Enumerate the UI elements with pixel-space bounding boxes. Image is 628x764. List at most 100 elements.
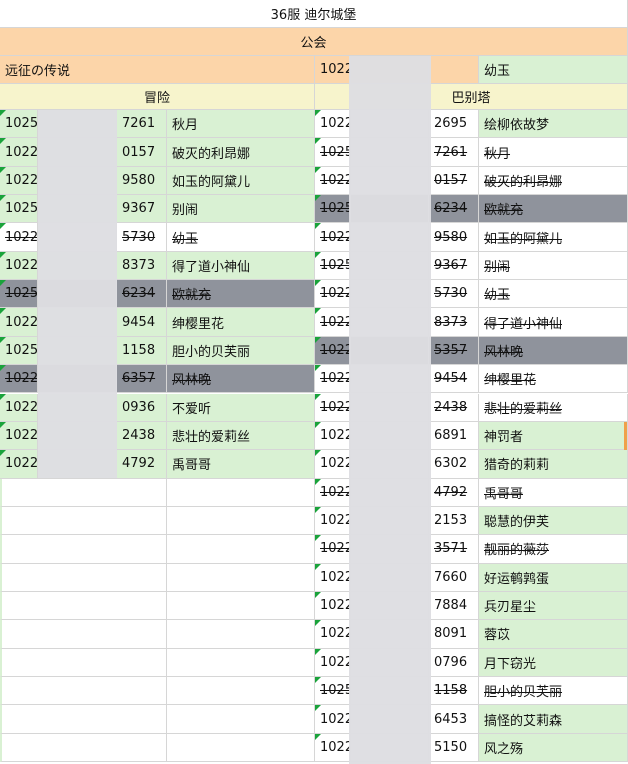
left-empty-cell[interactable] — [0, 591, 167, 621]
right-id-suffix[interactable]: 6234 — [429, 195, 479, 224]
left-id-redacted[interactable] — [38, 308, 117, 337]
right-id-suffix[interactable]: 5730 — [429, 280, 479, 309]
left-id-prefix[interactable]: 1025 — [0, 110, 38, 139]
right-member-name[interactable]: 月下窃光 — [479, 648, 628, 677]
right-id-prefix[interactable]: 1022 — [315, 421, 351, 451]
right-member-name[interactable]: 绅樱里花 — [479, 365, 628, 394]
right-id-prefix[interactable]: 1025 — [315, 138, 351, 167]
right-id-prefix[interactable]: 1022 — [315, 705, 351, 734]
right-member-name[interactable]: 幼玉 — [479, 280, 628, 309]
right-id-prefix[interactable]: 1022 — [315, 166, 351, 196]
left-id-suffix[interactable]: 0157 — [117, 138, 167, 167]
left-empty-cell[interactable] — [167, 563, 315, 592]
right-id-prefix[interactable]: 1022 — [315, 393, 351, 422]
left-id-prefix[interactable]: 1022 — [0, 365, 38, 394]
guild-left-name[interactable]: 远征の传说 — [0, 56, 315, 84]
left-id-suffix[interactable]: 9367 — [117, 195, 167, 224]
left-id-redacted[interactable] — [38, 421, 117, 451]
right-id-suffix[interactable]: 9454 — [429, 365, 479, 394]
right-member-name[interactable]: 破灭的利昂娜 — [479, 166, 628, 196]
left-empty-cell[interactable] — [0, 705, 167, 734]
right-id-suffix[interactable]: 8373 — [429, 308, 479, 337]
right-id-suffix[interactable]: 2153 — [429, 506, 479, 536]
left-empty-cell[interactable] — [0, 478, 167, 507]
right-id-redacted[interactable] — [351, 648, 429, 677]
right-id-prefix[interactable]: 1022 — [315, 365, 351, 394]
right-id-prefix[interactable]: 1025 — [315, 677, 351, 706]
left-member-name[interactable]: 秋月 — [167, 110, 315, 139]
left-id-redacted[interactable] — [38, 280, 117, 309]
right-id-suffix[interactable]: 6891 — [429, 421, 479, 451]
guild-section-header[interactable]: 公会 — [0, 28, 628, 56]
left-member-name[interactable]: 绅樱里花 — [167, 308, 315, 337]
left-id-prefix[interactable]: 1022 — [0, 308, 38, 337]
right-member-name[interactable]: 蓉苡 — [479, 620, 628, 649]
left-empty-cell[interactable] — [167, 506, 315, 536]
left-empty-cell[interactable] — [167, 677, 315, 706]
left-member-name[interactable]: 幼玉 — [167, 223, 315, 252]
right-id-prefix[interactable]: 1022 — [315, 280, 351, 309]
left-id-redacted[interactable] — [38, 365, 117, 394]
left-member-name[interactable]: 悲壮的爱莉丝 — [167, 421, 315, 451]
right-id-suffix[interactable]: 7884 — [429, 591, 479, 621]
right-id-suffix[interactable]: 1158 — [429, 677, 479, 706]
left-id-prefix[interactable]: 1022 — [0, 450, 38, 479]
right-id-redacted[interactable] — [351, 365, 429, 394]
right-member-name[interactable]: 禹哥哥 — [479, 478, 628, 507]
guild-right-id-redacted[interactable]: 730 — [351, 56, 429, 84]
right-id-redacted[interactable] — [351, 251, 429, 281]
left-member-name[interactable]: 欧就充 — [167, 280, 315, 309]
right-id-redacted[interactable] — [351, 705, 429, 734]
right-id-prefix[interactable]: 1022 — [315, 648, 351, 677]
left-empty-cell[interactable] — [0, 563, 167, 592]
left-id-suffix[interactable]: 1158 — [117, 336, 167, 366]
left-member-name[interactable]: 如玉的阿黛儿 — [167, 166, 315, 196]
left-id-redacted[interactable] — [38, 336, 117, 366]
right-member-name[interactable]: 悲壮的爱莉丝 — [479, 393, 628, 422]
left-empty-cell[interactable] — [167, 591, 315, 621]
left-empty-cell[interactable] — [0, 677, 167, 706]
right-id-prefix[interactable]: 1022 — [315, 506, 351, 536]
right-member-name[interactable]: 欧就充 — [479, 195, 628, 224]
left-empty-cell[interactable] — [0, 733, 167, 763]
right-id-redacted[interactable] — [351, 677, 429, 706]
right-id-prefix[interactable]: 1022 — [315, 223, 351, 252]
left-id-prefix[interactable]: 1022 — [0, 421, 38, 451]
right-id-suffix[interactable]: 2438 — [429, 393, 479, 422]
right-id-redacted[interactable] — [351, 166, 429, 196]
right-member-name[interactable]: 神罚者 — [479, 421, 628, 451]
right-id-suffix[interactable]: 8091 — [429, 620, 479, 649]
right-id-suffix[interactable]: 5357 — [429, 336, 479, 366]
right-id-suffix[interactable]: 0157 — [429, 166, 479, 196]
right-id-redacted[interactable] — [351, 223, 429, 252]
right-id-suffix[interactable]: 9580 — [429, 223, 479, 252]
left-member-name[interactable]: 禹哥哥 — [167, 450, 315, 479]
left-empty-cell[interactable] — [167, 478, 315, 507]
left-empty-cell[interactable] — [167, 733, 315, 763]
left-id-redacted[interactable] — [38, 110, 117, 139]
left-id-suffix[interactable]: 5730 — [117, 223, 167, 252]
left-id-prefix[interactable]: 1022 — [0, 223, 38, 252]
right-id-redacted[interactable] — [351, 110, 429, 139]
right-member-name[interactable]: 秋月 — [479, 138, 628, 167]
left-id-suffix[interactable]: 9454 — [117, 308, 167, 337]
left-member-name[interactable]: 得了道小神仙 — [167, 251, 315, 281]
left-id-prefix[interactable]: 1022 — [0, 393, 38, 422]
right-id-redacted[interactable] — [351, 421, 429, 451]
left-member-name[interactable]: 风林晚 — [167, 365, 315, 394]
left-empty-cell[interactable] — [0, 620, 167, 649]
right-id-redacted[interactable] — [351, 591, 429, 621]
right-id-redacted[interactable] — [351, 478, 429, 507]
right-member-name[interactable]: 搞怪的艾莉森 — [479, 705, 628, 734]
right-member-name[interactable]: 别闹 — [479, 251, 628, 281]
right-member-name[interactable]: 猎奇的莉莉 — [479, 450, 628, 479]
right-id-redacted[interactable] — [351, 280, 429, 309]
left-id-prefix[interactable]: 1022 — [0, 138, 38, 167]
left-id-redacted[interactable] — [38, 166, 117, 196]
right-id-prefix[interactable]: 1025 — [315, 251, 351, 281]
right-member-name[interactable]: 风之殇 — [479, 733, 628, 763]
left-member-name[interactable]: 胆小的贝芙丽 — [167, 336, 315, 366]
right-member-name[interactable]: 聪慧的伊芙 — [479, 506, 628, 536]
left-subheader[interactable]: 冒险 — [0, 84, 315, 110]
left-member-name[interactable]: 破灭的利昂娜 — [167, 138, 315, 167]
